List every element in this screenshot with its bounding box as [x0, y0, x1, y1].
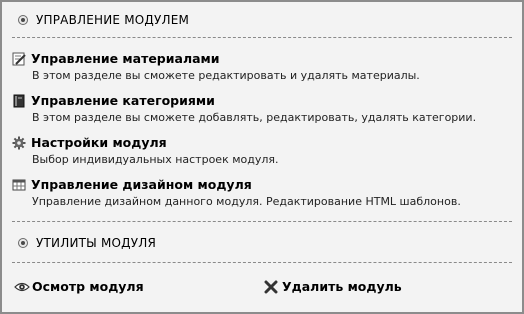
eye-icon [14, 280, 30, 294]
utilities-header: УТИЛИТЫ МОДУЛЯ [18, 236, 156, 250]
design-link[interactable]: Управление дизайном модуля [12, 177, 512, 192]
delete-module-label: Удалить модуль [282, 279, 402, 294]
materials-link[interactable]: Управление материалами [12, 51, 512, 66]
bullet-icon [18, 15, 28, 25]
edit-document-icon [12, 52, 26, 66]
module-management-header: УПРАВЛЕНИЕ МОДУЛЕМ [18, 13, 189, 27]
settings-link[interactable]: Настройки модуля [12, 135, 512, 150]
design-description: Управление дизайном данного модуля. Реда… [32, 195, 461, 208]
menu-item-design: Управление дизайном модуля Управление ди… [12, 177, 512, 208]
delete-module-button[interactable]: Удалить модуль [264, 279, 402, 294]
categories-title: Управление категориями [31, 93, 215, 108]
gear-icon [12, 136, 26, 150]
divider [12, 37, 512, 38]
settings-title: Настройки модуля [31, 135, 167, 150]
settings-description: Выбор индивидуальных настроек модуля. [32, 153, 279, 166]
view-module-button[interactable]: Осмотр модуля [14, 279, 144, 294]
divider [12, 262, 512, 263]
menu-item-materials: Управление материалами В этом разделе вы… [12, 51, 512, 82]
book-icon [12, 94, 26, 108]
module-panel: УПРАВЛЕНИЕ МОДУЛЕМ Управление материалам… [0, 0, 524, 314]
utilities-title: УТИЛИТЫ МОДУЛЯ [36, 236, 156, 250]
categories-description: В этом разделе вы сможете добавлять, ред… [32, 111, 477, 124]
menu-item-categories: Управление категориями В этом разделе вы… [12, 93, 512, 124]
materials-title: Управление материалами [31, 51, 220, 66]
bullet-icon [18, 238, 28, 248]
menu-item-settings: Настройки модуля Выбор индивидуальных на… [12, 135, 512, 166]
module-management-title: УПРАВЛЕНИЕ МОДУЛЕМ [36, 13, 190, 27]
delete-x-icon [264, 280, 278, 294]
design-title: Управление дизайном модуля [31, 177, 252, 192]
view-module-label: Осмотр модуля [32, 279, 144, 294]
layout-grid-icon [12, 178, 26, 192]
materials-description: В этом разделе вы сможете редактировать … [32, 69, 420, 82]
categories-link[interactable]: Управление категориями [12, 93, 512, 108]
divider [12, 221, 512, 222]
